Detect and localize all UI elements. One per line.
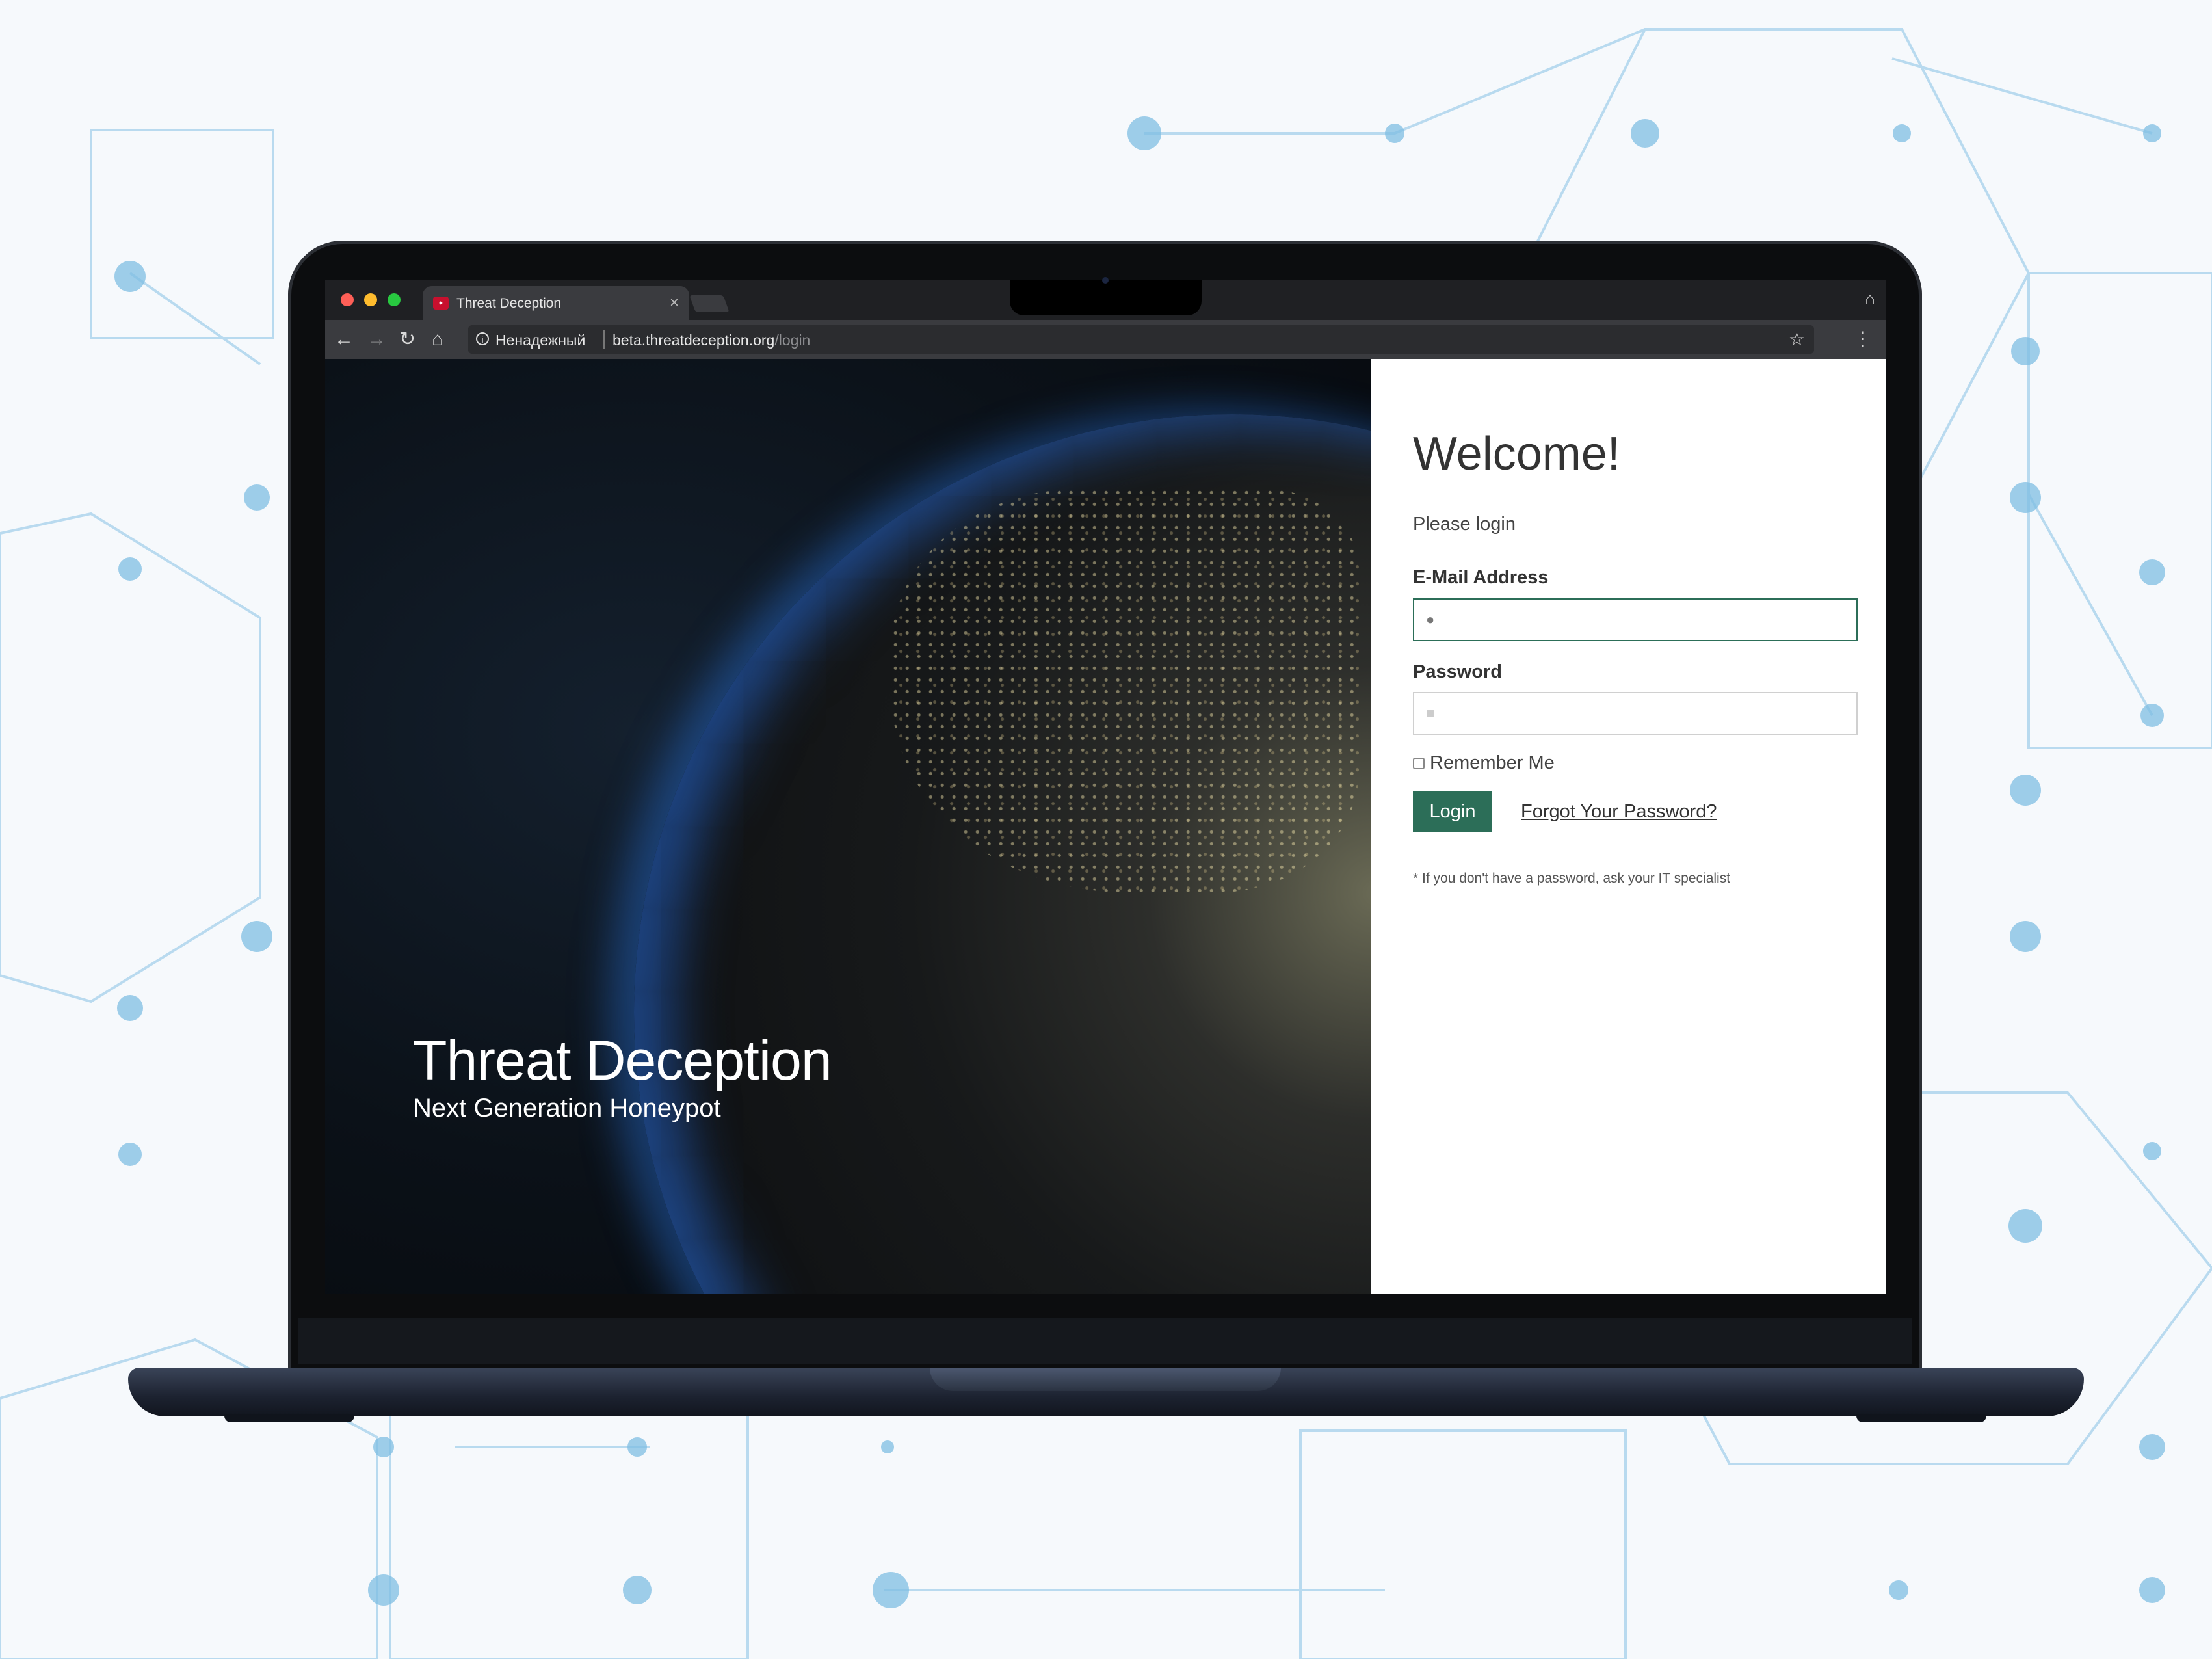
info-icon[interactable]: i: [476, 332, 489, 345]
close-window-button[interactable]: [341, 293, 354, 306]
password-label: Password: [1413, 661, 1502, 682]
hero-title: Threat Deception: [413, 1029, 832, 1092]
email-label: E-Mail Address: [1413, 567, 1549, 588]
browser-menu-icon[interactable]: ⋮: [1853, 328, 1873, 351]
login-panel: Welcome! Please login E-Mail Address ● P…: [1371, 359, 1886, 1294]
bookmark-star-icon[interactable]: ☆: [1789, 328, 1805, 350]
welcome-heading: Welcome!: [1413, 428, 1620, 480]
address-bar[interactable]: i Ненадежный beta.threatdeception.org/lo…: [468, 325, 1814, 354]
password-help-note: * If you don't have a password, ask your…: [1413, 871, 1731, 886]
browser-window: ● Threat Deception × ⌂ ← → ↻ ⌂ i Ненадеж…: [325, 280, 1886, 1294]
browser-toolbar: ← → ↻ ⌂ i Ненадежный beta.threatdeceptio…: [325, 320, 1886, 359]
login-page: Threat Deception Next Generation Honeypo…: [325, 359, 1886, 1294]
hero-subtitle: Next Generation Honeypot: [413, 1094, 721, 1122]
login-prompt: Please login: [1413, 514, 1516, 535]
security-label: Ненадежный: [495, 332, 586, 349]
tab-threat-deception[interactable]: ● Threat Deception ×: [423, 286, 689, 320]
maximize-window-button[interactable]: [388, 293, 401, 306]
laptop-hinge-groove: [930, 1368, 1281, 1391]
laptop-foot-left: [224, 1414, 354, 1422]
hero-panel: Threat Deception Next Generation Honeypo…: [325, 359, 1371, 1294]
url-text: beta.threatdeception.org/login: [612, 332, 810, 349]
home-icon[interactable]: ⌂: [432, 326, 443, 352]
email-field[interactable]: ●: [1413, 598, 1858, 641]
user-icon: ●: [1426, 611, 1435, 628]
close-tab-icon[interactable]: ×: [670, 294, 679, 312]
city-lights-image: [891, 489, 1359, 892]
login-button[interactable]: Login: [1413, 791, 1492, 832]
incognito-icon[interactable]: ⌂: [1865, 289, 1875, 309]
url-path: /login: [774, 332, 811, 349]
remember-me-label: Remember Me: [1430, 752, 1555, 773]
remember-me-checkbox[interactable]: [1413, 758, 1425, 770]
back-arrow-icon[interactable]: ←: [334, 326, 354, 352]
minimize-window-button[interactable]: [364, 293, 377, 306]
url-host: beta.threatdeception.org: [612, 332, 775, 349]
favicon-icon: ●: [433, 297, 449, 310]
forgot-password-link[interactable]: Forgot Your Password?: [1521, 801, 1717, 823]
new-tab-button[interactable]: [689, 295, 730, 312]
camera-icon: [1102, 277, 1109, 284]
password-field[interactable]: ■: [1413, 692, 1858, 735]
tab-title: Threat Deception: [456, 296, 562, 311]
laptop-chin: [298, 1318, 1912, 1364]
laptop-foot-right: [1856, 1414, 1986, 1422]
forward-arrow-icon[interactable]: →: [367, 326, 386, 352]
remember-me-row: Remember Me: [1413, 752, 1555, 774]
reload-icon[interactable]: ↻: [399, 326, 415, 352]
url-separator: [603, 330, 605, 349]
lock-icon: ■: [1426, 705, 1435, 721]
camera-notch: [1010, 280, 1202, 315]
